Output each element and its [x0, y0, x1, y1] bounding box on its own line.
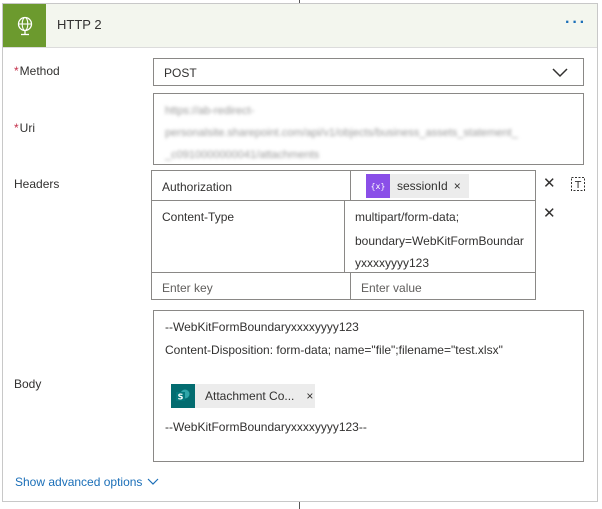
- variable-icon: {x}: [366, 174, 390, 198]
- value-placeholder: Enter value: [361, 281, 422, 295]
- svg-text:S: S: [178, 393, 184, 402]
- svg-text:T: T: [574, 180, 582, 191]
- header-value-input[interactable]: Enter value: [350, 272, 536, 300]
- more-options-button[interactable]: ···: [565, 15, 587, 31]
- uri-input[interactable]: https://ab-redirect- personalsite.sharep…: [153, 93, 584, 165]
- session-id-token[interactable]: {x} sessionId ×: [366, 174, 469, 198]
- headers-label: Headers: [14, 177, 60, 191]
- method-value: POST: [164, 66, 197, 80]
- text-mode-icon[interactable]: T: [570, 176, 586, 192]
- card-title: HTTP 2: [57, 17, 102, 32]
- uri-label: *Uri: [14, 121, 35, 135]
- header-value-line: boundary=WebKitFormBoundar: [355, 234, 524, 248]
- attachment-content-token[interactable]: S Attachment Co... ×: [171, 384, 315, 408]
- uri-line-1: https://ab-redirect-: [165, 105, 255, 117]
- header-value-line: multipart/form-data;: [355, 210, 460, 224]
- advanced-label: Show advanced options: [15, 475, 143, 489]
- http-icon-tile: [3, 4, 46, 47]
- connector-line-bottom: [299, 502, 300, 509]
- remove-header-button[interactable]: ✕: [543, 174, 556, 192]
- http-action-card: HTTP 2 ··· *Method POST *Uri https://ab-…: [2, 3, 598, 502]
- header-value-line: yxxxxyyyy123: [355, 256, 430, 270]
- card-header[interactable]: HTTP 2 ···: [3, 4, 597, 48]
- body-line-1: --WebKitFormBoundaryxxxxyyyy123: [165, 320, 359, 334]
- token-label: Attachment Co...: [205, 389, 295, 403]
- body-label: Body: [14, 377, 42, 391]
- body-line-2: Content-Disposition: form-data; name="fi…: [165, 343, 503, 357]
- header-key-text: Authorization: [162, 180, 233, 194]
- header-value-content-type[interactable]: multipart/form-data; boundary=WebKitForm…: [344, 200, 536, 273]
- remove-token-button[interactable]: ×: [306, 389, 313, 403]
- header-value-authorization[interactable]: {x} sessionId ×: [350, 170, 536, 201]
- body-input[interactable]: --WebKitFormBoundaryxxxxyyyy123 Content-…: [153, 310, 584, 462]
- chevron-down-icon: [148, 478, 159, 485]
- key-placeholder: Enter key: [162, 281, 213, 295]
- header-key-input[interactable]: Enter key: [151, 272, 351, 300]
- remove-header-button[interactable]: ✕: [543, 204, 556, 222]
- globe-icon: [17, 16, 32, 35]
- uri-line-2: personalsite.sharepoint.com/api/v1/objec…: [165, 127, 518, 139]
- token-label: sessionId: [397, 179, 448, 193]
- method-required-mark: *: [14, 64, 19, 78]
- uri-line: _c0910000000041/attachments: [165, 144, 583, 166]
- uri-required-mark: *: [14, 121, 19, 135]
- remove-token-button[interactable]: ×: [454, 179, 461, 193]
- header-key-text: Content-Type: [162, 210, 235, 224]
- show-advanced-options-link[interactable]: Show advanced options: [15, 475, 159, 489]
- uri-line: https://ab-redirect-: [165, 100, 583, 122]
- method-label-text: Method: [19, 64, 60, 78]
- method-label: *Method: [14, 64, 60, 78]
- method-dropdown[interactable]: POST: [153, 58, 584, 86]
- uri-line: personalsite.sharepoint.com/api/v1/objec…: [165, 122, 583, 144]
- uri-label-text: Uri: [19, 121, 35, 135]
- uri-line-3: _c0910000000041/attachments: [165, 149, 320, 161]
- header-key-content-type[interactable]: Content-Type: [151, 200, 345, 273]
- header-key-authorization[interactable]: Authorization: [151, 170, 351, 201]
- sharepoint-icon: S: [171, 384, 195, 408]
- svg-text:{x}: {x}: [371, 182, 385, 191]
- body-line-3: --WebKitFormBoundaryxxxxyyyy123--: [165, 420, 367, 434]
- chevron-down-icon: [552, 68, 568, 78]
